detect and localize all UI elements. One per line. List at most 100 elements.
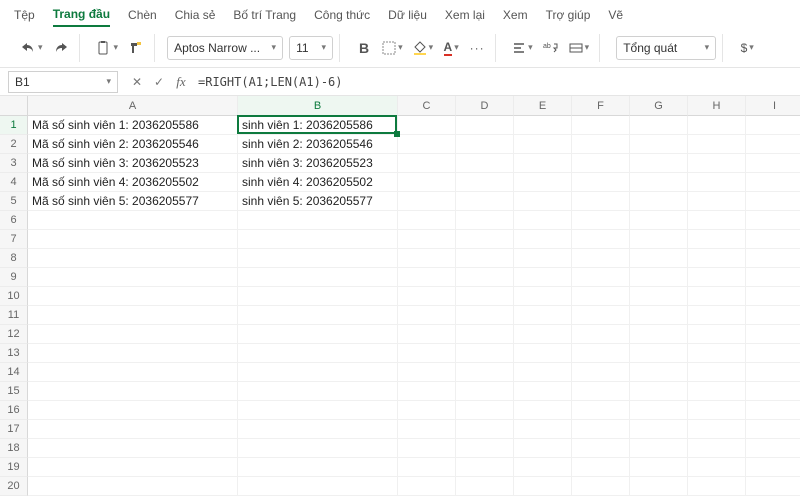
cell[interactable] <box>514 268 572 287</box>
cell[interactable] <box>28 420 238 439</box>
borders-button[interactable]: ▾ <box>378 36 407 60</box>
cell[interactable] <box>688 230 746 249</box>
font-color-button[interactable]: A ▾ <box>439 36 463 60</box>
cell[interactable] <box>28 382 238 401</box>
cell[interactable] <box>514 154 572 173</box>
cell[interactable] <box>456 439 514 458</box>
cell[interactable] <box>238 401 398 420</box>
cell[interactable] <box>398 287 456 306</box>
cell[interactable] <box>456 401 514 420</box>
row-header[interactable]: 12 <box>0 325 28 344</box>
cell[interactable] <box>238 420 398 439</box>
cell[interactable] <box>514 382 572 401</box>
cell[interactable] <box>456 116 514 135</box>
name-box[interactable]: B1 ▾ <box>8 71 118 93</box>
cell[interactable] <box>514 230 572 249</box>
cell[interactable] <box>630 268 688 287</box>
cell[interactable] <box>572 268 630 287</box>
row-header[interactable]: 5 <box>0 192 28 211</box>
cell[interactable] <box>746 325 800 344</box>
cell[interactable] <box>238 249 398 268</box>
cell[interactable] <box>630 135 688 154</box>
cell[interactable] <box>746 154 800 173</box>
col-header-E[interactable]: E <box>514 96 572 116</box>
cell[interactable] <box>746 192 800 211</box>
row-header[interactable]: 15 <box>0 382 28 401</box>
cell[interactable] <box>398 230 456 249</box>
cell[interactable] <box>514 287 572 306</box>
cell[interactable] <box>238 477 398 496</box>
cell[interactable] <box>688 306 746 325</box>
cell[interactable] <box>630 325 688 344</box>
row-header[interactable]: 14 <box>0 363 28 382</box>
cell[interactable] <box>456 477 514 496</box>
row-header[interactable]: 17 <box>0 420 28 439</box>
row-header[interactable]: 2 <box>0 135 28 154</box>
cell[interactable] <box>514 344 572 363</box>
cell[interactable] <box>746 268 800 287</box>
cell[interactable] <box>514 306 572 325</box>
cell[interactable] <box>398 382 456 401</box>
col-header-B[interactable]: B <box>238 96 398 116</box>
col-header-D[interactable]: D <box>456 96 514 116</box>
cell[interactable] <box>688 135 746 154</box>
cell[interactable] <box>398 249 456 268</box>
cell[interactable] <box>28 306 238 325</box>
formula-input[interactable] <box>192 71 800 93</box>
cell[interactable] <box>238 287 398 306</box>
cell[interactable] <box>688 458 746 477</box>
cell[interactable] <box>28 344 238 363</box>
cell[interactable] <box>456 287 514 306</box>
cell[interactable]: Mã số sinh viên 2: 2036205546 <box>28 135 238 154</box>
tab-cong-thuc[interactable]: Công thức <box>314 8 370 26</box>
cell[interactable]: Mã số sinh viên 1: 2036205586 <box>28 116 238 135</box>
cell[interactable] <box>746 363 800 382</box>
cell[interactable] <box>572 458 630 477</box>
cell[interactable] <box>456 211 514 230</box>
cell[interactable] <box>514 135 572 154</box>
cell[interactable] <box>630 382 688 401</box>
cell[interactable] <box>630 287 688 306</box>
cell[interactable]: sinh viên 3: 2036205523 <box>238 154 398 173</box>
cell[interactable]: Mã số sinh viên 3: 2036205523 <box>28 154 238 173</box>
cell[interactable] <box>238 344 398 363</box>
cell[interactable] <box>456 458 514 477</box>
tab-chia-se[interactable]: Chia sẻ <box>175 8 216 26</box>
currency-button[interactable]: $ ▾ <box>735 36 759 60</box>
cell[interactable] <box>572 382 630 401</box>
cell[interactable] <box>514 116 572 135</box>
cell[interactable] <box>688 439 746 458</box>
cell[interactable] <box>630 477 688 496</box>
cell[interactable] <box>238 363 398 382</box>
cell[interactable] <box>28 287 238 306</box>
cell[interactable] <box>746 306 800 325</box>
cell[interactable] <box>572 230 630 249</box>
cell[interactable] <box>688 287 746 306</box>
cell[interactable] <box>688 154 746 173</box>
cell[interactable] <box>398 325 456 344</box>
cell[interactable] <box>398 420 456 439</box>
tab-tep[interactable]: Tệp <box>14 8 35 26</box>
cell[interactable] <box>572 116 630 135</box>
cell[interactable] <box>238 458 398 477</box>
cell[interactable] <box>514 173 572 192</box>
wrap-text-button[interactable]: ab <box>539 36 563 60</box>
cell[interactable] <box>688 249 746 268</box>
row-header[interactable]: 11 <box>0 306 28 325</box>
cell[interactable] <box>238 230 398 249</box>
formula-cancel-button[interactable]: ✕ <box>126 71 148 93</box>
cell[interactable] <box>746 439 800 458</box>
cell[interactable] <box>398 477 456 496</box>
col-header-A[interactable]: A <box>28 96 238 116</box>
cell[interactable] <box>398 401 456 420</box>
row-header[interactable]: 8 <box>0 249 28 268</box>
cell[interactable] <box>688 192 746 211</box>
cell[interactable] <box>456 325 514 344</box>
cell[interactable] <box>688 116 746 135</box>
cell[interactable] <box>398 154 456 173</box>
row-header[interactable]: 4 <box>0 173 28 192</box>
format-painter-button[interactable] <box>124 36 148 60</box>
align-button[interactable]: ▾ <box>508 36 537 60</box>
paste-button[interactable]: ▾ <box>92 36 123 60</box>
cell[interactable] <box>688 363 746 382</box>
